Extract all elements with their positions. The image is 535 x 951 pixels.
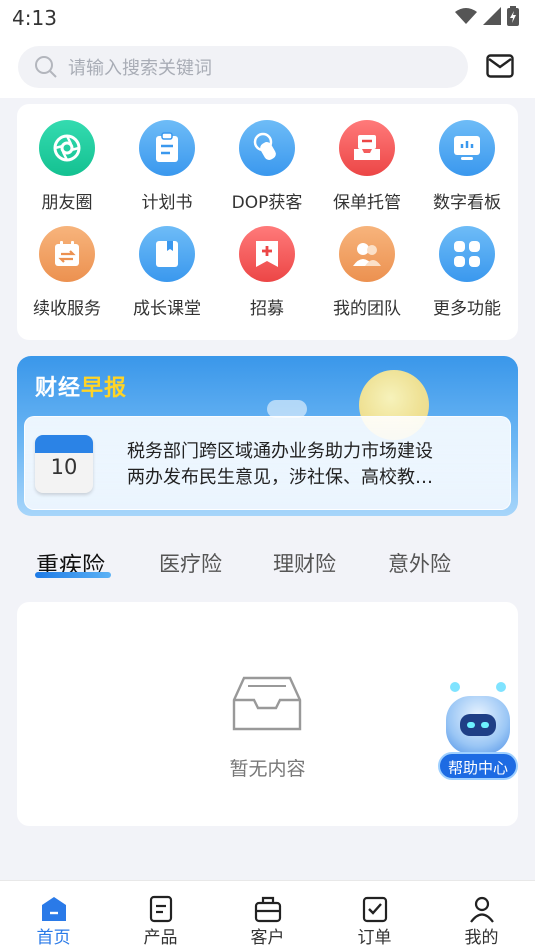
book-icon: [139, 226, 195, 282]
nav-home[interactable]: 首页: [0, 881, 107, 951]
inbox-icon: [339, 120, 395, 176]
mail-icon[interactable]: [486, 54, 514, 78]
user-icon: [470, 896, 494, 923]
calendar-icon: 10: [35, 435, 93, 493]
status-time: 4:13: [12, 6, 57, 30]
nav-customers[interactable]: 客户: [214, 881, 321, 951]
aperture-icon: [39, 120, 95, 176]
battery-icon: [507, 6, 519, 26]
nav-label: 客户: [250, 928, 285, 948]
news-content[interactable]: 10 税务部门跨区域通办业务助力市场建设 两办发布民生意见，涉社保、高校教…: [24, 416, 511, 510]
financial-news-card[interactable]: 财经早报 10 税务部门跨区域通办业务助力市场建设 两办发布民生意见，涉社保、高…: [17, 356, 518, 516]
touch-icon: [239, 120, 295, 176]
robot-antenna: [450, 682, 460, 692]
clipboard-icon: [139, 120, 195, 176]
active-tab-indicator: [35, 572, 111, 578]
search-icon: [35, 56, 57, 78]
search-placeholder: 请输入搜索关键词: [68, 58, 212, 79]
status-bar: 4:13: [0, 0, 535, 38]
grid-label: 我的团队: [333, 299, 401, 319]
dashboard-icon: [439, 120, 495, 176]
plus-bookmark-icon: [239, 226, 295, 282]
grid-item-plan[interactable]: 计划书: [117, 104, 217, 213]
team-icon: [339, 226, 395, 282]
tab-wealth[interactable]: 理财险: [273, 548, 336, 578]
grid-item-renewal[interactable]: 续收服务: [17, 210, 117, 319]
news-headline-2[interactable]: 两办发布民生意见，涉社保、高校教…: [127, 463, 497, 489]
apps-icon: [439, 226, 495, 282]
grid-label: 续收服务: [33, 299, 101, 319]
tab-medical[interactable]: 医疗险: [159, 548, 222, 578]
news-headline-1[interactable]: 税务部门跨区域通办业务助力市场建设: [127, 437, 497, 463]
grid-label: 招募: [250, 299, 284, 319]
home-icon: [42, 897, 66, 921]
news-title: 财经早报: [35, 376, 128, 401]
function-grid: 朋友圈 计划书 DOP获客 保单托管 数字看板 续收服务 成长课堂 招募 我的团…: [17, 104, 518, 340]
briefcase-icon: [254, 896, 282, 923]
bottom-nav: 首页 产品 客户 订单 我的: [0, 880, 535, 951]
robot-icon: [446, 696, 510, 754]
insurance-tabs: 重疾险 医疗险 理财险 意外险: [0, 540, 535, 590]
grid-item-moments[interactable]: 朋友圈: [17, 104, 117, 213]
grid-label: 更多功能: [433, 299, 501, 319]
help-center-label: 帮助中心: [438, 752, 518, 780]
signal-icon: [483, 7, 501, 25]
help-center-button[interactable]: 帮助中心: [438, 682, 518, 782]
grid-label: 成长课堂: [133, 299, 201, 319]
grid-item-team[interactable]: 我的团队: [317, 210, 417, 319]
nav-orders[interactable]: 订单: [321, 881, 428, 951]
grid-item-dashboard[interactable]: 数字看板: [417, 104, 517, 213]
nav-mine[interactable]: 我的: [428, 881, 535, 951]
empty-box-icon: [232, 676, 302, 731]
status-icons: [455, 6, 519, 26]
grid-item-more[interactable]: 更多功能: [417, 210, 517, 319]
grid-item-policy-custody[interactable]: 保单托管: [317, 104, 417, 213]
nav-label: 我的: [464, 928, 499, 948]
top-bar: 请输入搜索关键词: [0, 38, 535, 98]
check-square-icon: [362, 896, 388, 923]
grid-item-recruit[interactable]: 招募: [217, 210, 317, 319]
calendar-renew-icon: [39, 226, 95, 282]
document-icon: [149, 895, 173, 923]
grid-item-dop[interactable]: DOP获客: [217, 104, 317, 213]
tab-accident[interactable]: 意外险: [388, 548, 451, 578]
wifi-icon: [455, 8, 477, 24]
nav-label: 产品: [143, 928, 178, 948]
nav-products[interactable]: 产品: [107, 881, 214, 951]
nav-label: 订单: [357, 928, 392, 948]
search-input[interactable]: 请输入搜索关键词: [18, 46, 468, 88]
nav-label: 首页: [36, 928, 71, 948]
grid-item-classroom[interactable]: 成长课堂: [117, 210, 217, 319]
robot-antenna: [496, 682, 506, 692]
